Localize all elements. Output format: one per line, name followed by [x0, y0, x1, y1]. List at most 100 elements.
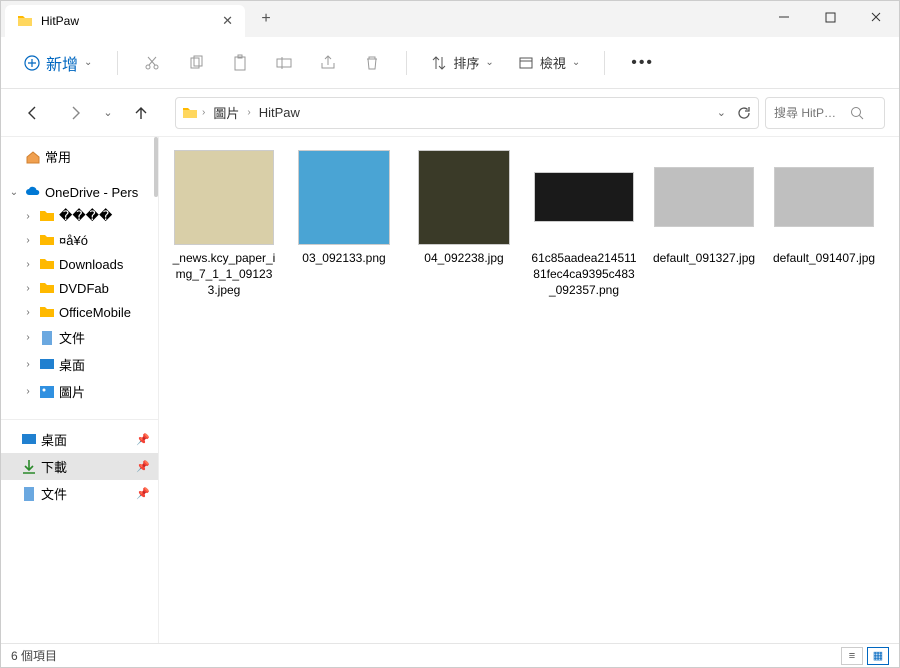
sidebar-item-downloads-pinned[interactable]: 下載 📌 — [1, 453, 158, 480]
home-icon — [25, 149, 41, 165]
arrow-left-icon — [25, 105, 41, 121]
close-button[interactable] — [853, 1, 899, 33]
tree-label: 文件 — [41, 484, 132, 503]
arrow-right-icon — [67, 105, 83, 121]
new-tab-button[interactable]: + — [251, 10, 281, 28]
file-item[interactable]: default_091327.jpg — [651, 147, 757, 299]
file-thumbnail — [534, 147, 634, 247]
file-thumbnail — [654, 147, 754, 247]
expander-icon[interactable]: › — [21, 307, 35, 318]
minimize-button[interactable] — [761, 1, 807, 33]
back-button[interactable] — [15, 95, 51, 131]
sidebar-item-desktop[interactable]: › 桌面 — [1, 351, 158, 378]
arrow-up-icon — [133, 105, 149, 121]
sidebar-item-pictures[interactable]: › 圖片 — [1, 378, 158, 405]
scrollbar[interactable] — [154, 137, 158, 197]
tree-label: 圖片 — [59, 382, 152, 401]
file-grid: _news.kcy_paper_img_7_1_1_091233.jpeg 03_… — [171, 147, 887, 299]
tree-label: 桌面 — [41, 430, 132, 449]
delete-button[interactable] — [354, 45, 390, 81]
file-thumbnail — [174, 147, 274, 247]
sidebar-item-folder[interactable]: › DVDFab — [1, 276, 158, 300]
expander-icon[interactable]: › — [21, 235, 35, 246]
expander-icon[interactable]: ⌄ — [7, 187, 21, 198]
file-name: 03_092133.png — [302, 250, 385, 266]
pictures-icon — [39, 384, 55, 400]
details-view-button[interactable]: ≡ — [841, 647, 863, 665]
recent-button[interactable]: ⌄ — [99, 95, 117, 131]
view-button[interactable]: 檢視 ⌄ — [510, 49, 588, 76]
expander-icon[interactable]: › — [21, 259, 35, 270]
file-item[interactable]: 03_092133.png — [291, 147, 397, 299]
refresh-icon[interactable] — [736, 105, 752, 121]
chevron-down-icon: ⌄ — [572, 57, 580, 68]
breadcrumb-seg[interactable]: HitPaw — [255, 103, 304, 122]
folder-icon — [17, 13, 33, 29]
cut-icon — [143, 54, 161, 72]
tab-title: HitPaw — [41, 14, 214, 28]
icons-view-button[interactable]: ▦ — [867, 647, 889, 665]
folder-icon — [39, 232, 55, 248]
tree-label: OfficeMobile — [59, 305, 152, 320]
folder-icon — [39, 256, 55, 272]
rename-icon — [275, 54, 293, 72]
sidebar-item-folder[interactable]: › OfficeMobile — [1, 300, 158, 324]
more-button[interactable]: ••• — [621, 50, 664, 76]
expander-icon[interactable]: › — [21, 359, 35, 370]
file-name: default_091327.jpg — [653, 250, 755, 266]
new-label: 新增 — [46, 51, 78, 75]
sidebar-item-folder[interactable]: › ���� — [1, 204, 158, 228]
tree-label: 桌面 — [59, 355, 152, 374]
file-item[interactable]: 04_092238.jpg — [411, 147, 517, 299]
rename-button[interactable] — [266, 45, 302, 81]
sidebar-item-home[interactable]: 常用 — [1, 143, 158, 170]
forward-button[interactable] — [57, 95, 93, 131]
maximize-button[interactable] — [807, 1, 853, 33]
separator — [604, 51, 605, 75]
sidebar: 常用 ⌄ OneDrive - Pers › ���� › ¤å¥ó — [1, 137, 159, 643]
document-icon — [21, 486, 37, 502]
chevron-down-icon: ⌄ — [485, 57, 493, 68]
up-button[interactable] — [123, 95, 159, 131]
file-item[interactable]: 61c85aadea21451181fec4ca9395c483_092357.… — [531, 147, 637, 299]
pin-icon: 📌 — [136, 460, 150, 473]
file-item[interactable]: default_091407.jpg — [771, 147, 877, 299]
cloud-icon — [25, 184, 41, 200]
sidebar-item-documents-pinned[interactable]: 文件 📌 — [1, 480, 158, 507]
file-item[interactable]: _news.kcy_paper_img_7_1_1_091233.jpeg — [171, 147, 277, 299]
sidebar-item-desktop-pinned[interactable]: 桌面 📌 — [1, 426, 158, 453]
tree-label: ¤å¥ó — [59, 233, 152, 248]
expander-icon[interactable]: › — [21, 332, 35, 343]
chevron-down-icon[interactable]: ⌄ — [717, 106, 726, 119]
sidebar-item-folder[interactable]: › Downloads — [1, 252, 158, 276]
close-icon[interactable]: ✕ — [222, 13, 233, 29]
breadcrumb-seg[interactable]: 圖片 — [209, 101, 243, 124]
expander-icon[interactable]: › — [21, 283, 35, 294]
desktop-icon — [21, 432, 37, 448]
chevron-right-icon: › — [247, 107, 250, 118]
expander-icon[interactable]: › — [21, 211, 35, 222]
cut-button[interactable] — [134, 45, 170, 81]
folder-icon — [39, 304, 55, 320]
share-button[interactable] — [310, 45, 346, 81]
sidebar-item-documents[interactable]: › 文件 — [1, 324, 158, 351]
paste-button[interactable] — [222, 45, 258, 81]
sidebar-item-folder[interactable]: › ¤å¥ó — [1, 228, 158, 252]
expander-icon[interactable]: › — [21, 386, 35, 397]
folder-icon — [182, 105, 198, 121]
sidebar-item-onedrive[interactable]: ⌄ OneDrive - Pers — [1, 180, 158, 204]
view-switch: ≡ ▦ — [841, 647, 889, 665]
command-toolbar: 新增 ⌄ 排序 ⌄ 檢視 ⌄ ••• — [1, 37, 899, 89]
search-input[interactable] — [774, 106, 844, 120]
sort-button[interactable]: 排序 ⌄ — [423, 49, 501, 76]
file-thumbnail — [414, 147, 514, 247]
copy-button[interactable] — [178, 45, 214, 81]
sort-label: 排序 — [453, 53, 479, 72]
file-pane[interactable]: _news.kcy_paper_img_7_1_1_091233.jpeg 03_… — [159, 137, 899, 643]
tab-active[interactable]: HitPaw ✕ — [5, 5, 245, 37]
new-button[interactable]: 新增 ⌄ — [15, 46, 101, 80]
file-name: _news.kcy_paper_img_7_1_1_091233.jpeg — [171, 250, 277, 299]
search-box[interactable] — [765, 97, 885, 129]
address-bar[interactable]: › 圖片 › HitPaw ⌄ — [175, 97, 759, 129]
chevron-down-icon: ⌄ — [84, 57, 92, 68]
